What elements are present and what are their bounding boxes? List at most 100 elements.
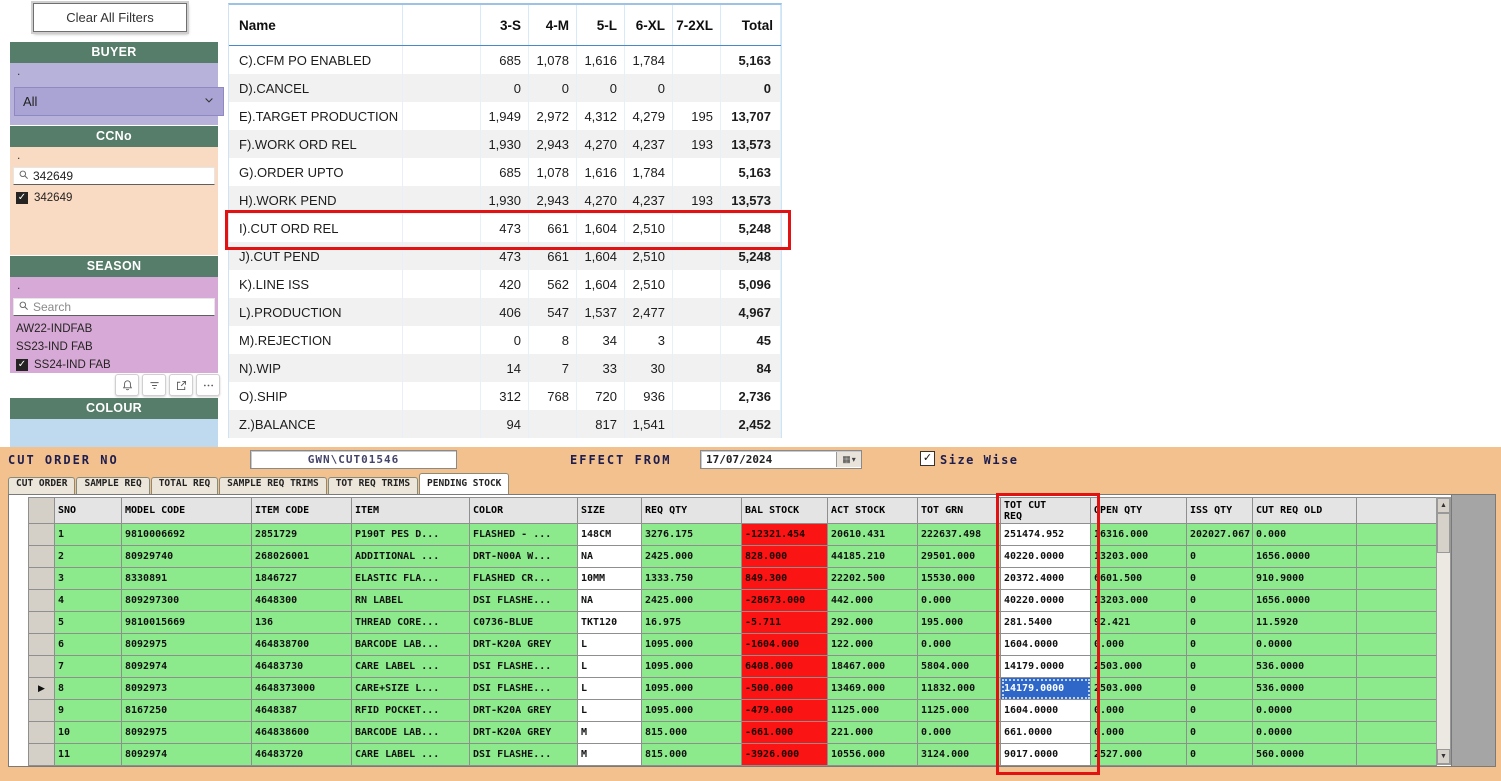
cell-tot-cut-req[interactable]: 14179.0000 xyxy=(1001,656,1091,678)
column-header-req-qty[interactable]: REQ QTY xyxy=(642,498,742,524)
cell-size[interactable]: NA xyxy=(578,546,642,568)
cell-model-code[interactable]: 9810006692 xyxy=(122,524,252,546)
cell-bal-stock[interactable]: -28673.000 xyxy=(742,590,828,612)
cell-iss-qty[interactable]: 0 xyxy=(1187,744,1253,766)
cell-item[interactable]: RFID POCKET... xyxy=(352,700,470,722)
cell-size[interactable]: 10MM xyxy=(578,568,642,590)
cell-iss-qty[interactable]: 0 xyxy=(1187,722,1253,744)
cell-model-code[interactable]: 8092975 xyxy=(122,634,252,656)
cell-bal-stock[interactable]: -5.711 xyxy=(742,612,828,634)
cell-item[interactable]: THREAD CORE... xyxy=(352,612,470,634)
cell-item[interactable]: ADDITIONAL ... xyxy=(352,546,470,568)
effect-from-datepicker[interactable]: 17/07/2024 ▦▾ xyxy=(700,450,862,469)
row-selector[interactable] xyxy=(29,524,55,546)
cell-tot-grn[interactable]: 3124.000 xyxy=(918,744,1001,766)
cell-item[interactable]: BARCODE LAB... xyxy=(352,634,470,656)
cell-open-qty[interactable]: 0.000 xyxy=(1091,700,1187,722)
cell-cut-req-old[interactable]: 536.0000 xyxy=(1253,656,1357,678)
column-header-3-s[interactable]: 3-S xyxy=(481,5,529,45)
cell-tot-cut-req[interactable]: 20372.4000 xyxy=(1001,568,1091,590)
cell-cut-req-old[interactable]: 0.0000 xyxy=(1253,634,1357,656)
season-item-ss24-ind-fab[interactable]: ✓SS24-IND FAB xyxy=(16,357,214,373)
cell-act-stock[interactable]: 18467.000 xyxy=(828,656,918,678)
cell-act-stock[interactable]: 22202.500 xyxy=(828,568,918,590)
column-header-name[interactable]: Name xyxy=(229,5,403,45)
cell-bal-stock[interactable]: 849.300 xyxy=(742,568,828,590)
cell-color[interactable]: FLASHED - ... xyxy=(470,524,578,546)
cell-tot-cut-req[interactable]: 1604.0000 xyxy=(1001,634,1091,656)
cell-item[interactable]: CARE LABEL ... xyxy=(352,744,470,766)
cell-req-qty[interactable]: 2425.000 xyxy=(642,590,742,612)
cell-item[interactable]: ELASTIC FLA... xyxy=(352,568,470,590)
popout-icon[interactable] xyxy=(169,374,193,396)
cell-model-code[interactable]: 8092975 xyxy=(122,722,252,744)
cell-item[interactable]: P190T PES D... xyxy=(352,524,470,546)
status-row-f-work-ord-rel[interactable]: F).WORK ORD REL1,9302,9434,2704,23719313… xyxy=(229,130,781,158)
column-header-sno[interactable]: SNO xyxy=(55,498,122,524)
grid-row-6[interactable]: 68092975464838700BARCODE LAB...DRT-K20A … xyxy=(29,634,1437,656)
cell-model-code[interactable]: 809297300 xyxy=(122,590,252,612)
column-header-4-m[interactable]: 4-M xyxy=(529,5,577,45)
cell-act-stock[interactable]: 10556.000 xyxy=(828,744,918,766)
filter-icon[interactable] xyxy=(142,374,166,396)
cell-req-qty[interactable]: 16.975 xyxy=(642,612,742,634)
column-header-act-stock[interactable]: ACT STOCK xyxy=(828,498,918,524)
cell-bal-stock[interactable]: -1604.000 xyxy=(742,634,828,656)
cell-item[interactable]: CARE+SIZE L... xyxy=(352,678,470,700)
vertical-scrollbar[interactable]: ▲ ▼ xyxy=(1436,497,1451,765)
column-header-item-code[interactable]: ITEM CODE xyxy=(252,498,352,524)
cell-bal-stock[interactable]: 828.000 xyxy=(742,546,828,568)
cell-cut-req-old[interactable]: 0.0000 xyxy=(1253,700,1357,722)
column-header-iss-qty[interactable]: ISS QTY xyxy=(1187,498,1253,524)
cell-item[interactable]: CARE LABEL ... xyxy=(352,656,470,678)
cell-size[interactable]: TKT120 xyxy=(578,612,642,634)
row-selector[interactable] xyxy=(29,656,55,678)
cell-bal-stock[interactable]: -479.000 xyxy=(742,700,828,722)
cell-tot-grn[interactable]: 5804.000 xyxy=(918,656,1001,678)
cell-color[interactable]: DRT-K20A GREY xyxy=(470,634,578,656)
cell-tot-grn[interactable]: 0.000 xyxy=(918,634,1001,656)
size-wise-checkbox[interactable]: ✓ xyxy=(920,451,935,466)
cell-size[interactable]: L xyxy=(578,634,642,656)
status-row-i-cut-ord-rel[interactable]: I).CUT ORD REL4736611,6042,5105,248 xyxy=(229,214,781,242)
cell-tot-cut-req[interactable]: 40220.0000 xyxy=(1001,546,1091,568)
column-header-tot-cut-req[interactable]: TOT CUT REQ xyxy=(1001,498,1091,524)
cell-cut-req-old[interactable]: 910.9000 xyxy=(1253,568,1357,590)
cell-bal-stock[interactable]: -661.000 xyxy=(742,722,828,744)
cell-item[interactable]: RN LABEL xyxy=(352,590,470,612)
checkbox-checked[interactable]: ✓ xyxy=(16,359,28,371)
cell-open-qty[interactable]: 2503.000 xyxy=(1091,656,1187,678)
cell-iss-qty[interactable]: 202027.067 xyxy=(1187,524,1253,546)
row-selector[interactable] xyxy=(29,546,55,568)
cell-sno[interactable]: 8 xyxy=(55,678,122,700)
tab-tot-req-trims[interactable]: TOT REQ TRIMS xyxy=(328,477,418,494)
cell-cut-req-old[interactable]: 560.0000 xyxy=(1253,744,1357,766)
cell-sno[interactable]: 2 xyxy=(55,546,122,568)
status-row-e-target-production[interactable]: E).TARGET PRODUCTION1,9492,9724,3124,279… xyxy=(229,102,781,130)
cell-cut-req-old[interactable]: 536.0000 xyxy=(1253,678,1357,700)
cell-color[interactable]: DRT-K20A GREY xyxy=(470,722,578,744)
cell-tot-cut-req[interactable]: 9017.0000 xyxy=(1001,744,1091,766)
cell-tot-cut-req[interactable]: 14179.0000 xyxy=(1001,678,1091,700)
column-header-size[interactable]: SIZE xyxy=(578,498,642,524)
row-selector[interactable] xyxy=(29,722,55,744)
cell-sno[interactable]: 6 xyxy=(55,634,122,656)
cell-color[interactable]: FLASHED CR... xyxy=(470,568,578,590)
cell-req-qty[interactable]: 815.000 xyxy=(642,744,742,766)
cell-iss-qty[interactable]: 0 xyxy=(1187,634,1253,656)
cell-model-code[interactable]: 8330891 xyxy=(122,568,252,590)
cell-open-qty[interactable]: 6601.500 xyxy=(1091,568,1187,590)
cell-model-code[interactable]: 80929740 xyxy=(122,546,252,568)
cell-size[interactable]: L xyxy=(578,656,642,678)
status-row-g-order-upto[interactable]: G).ORDER UPTO6851,0781,6161,7845,163 xyxy=(229,158,781,186)
column-header-color[interactable]: COLOR xyxy=(470,498,578,524)
cell-req-qty[interactable]: 3276.175 xyxy=(642,524,742,546)
cell-iss-qty[interactable]: 0 xyxy=(1187,590,1253,612)
buyer-dropdown[interactable]: All xyxy=(14,87,224,116)
row-selector[interactable]: ▶ xyxy=(29,678,55,700)
cell-sno[interactable]: 5 xyxy=(55,612,122,634)
cell-act-stock[interactable]: 13469.000 xyxy=(828,678,918,700)
cell-sno[interactable]: 1 xyxy=(55,524,122,546)
cell-act-stock[interactable]: 44185.210 xyxy=(828,546,918,568)
scrollbar-up-button[interactable]: ▲ xyxy=(1437,498,1450,513)
